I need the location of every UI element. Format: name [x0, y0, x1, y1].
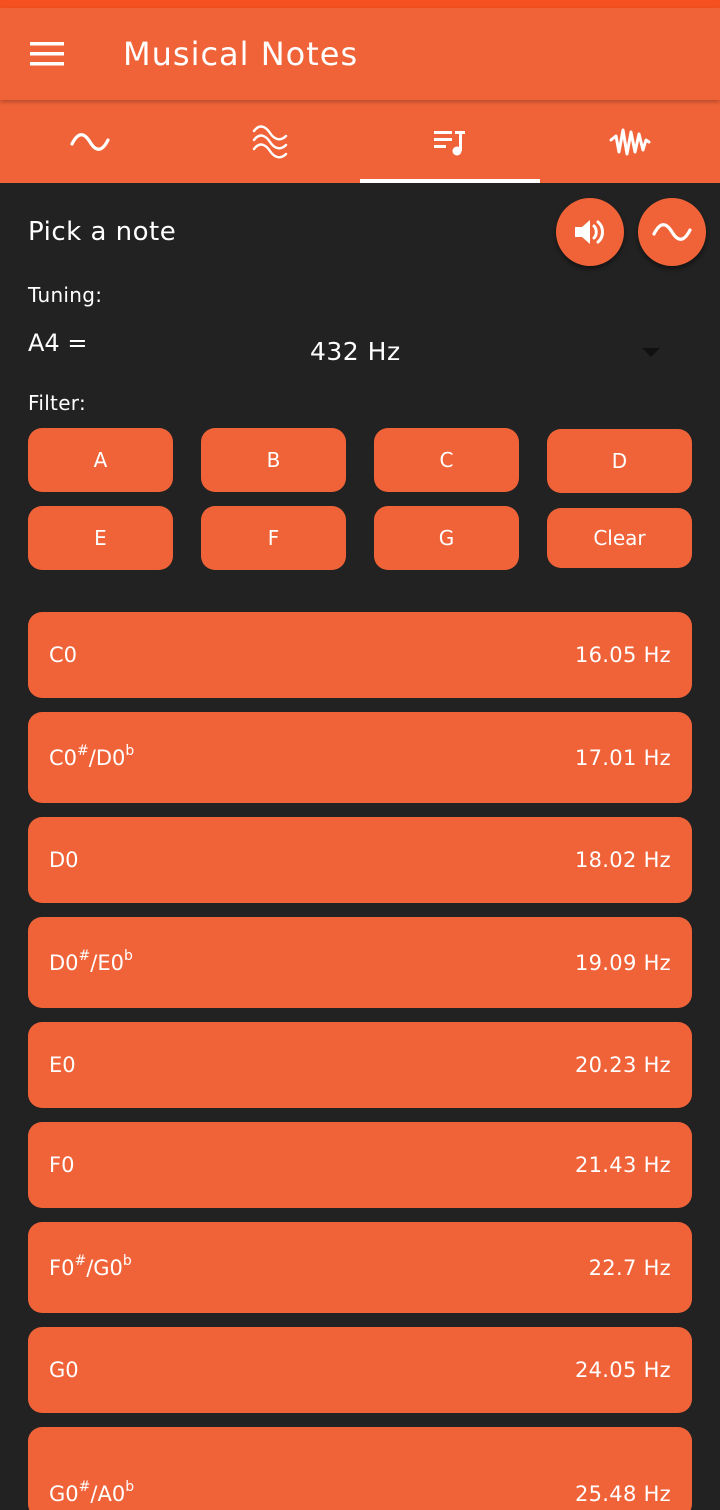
app-bar: Musical Notes — [0, 8, 720, 100]
filter-label: Filter: — [28, 391, 87, 415]
filter-f-button[interactable]: F — [201, 506, 346, 570]
tuning-label: Tuning: — [28, 283, 103, 307]
sine-wave-icon — [70, 132, 110, 151]
multi-wave-icon — [252, 124, 288, 158]
waveform-button[interactable] — [638, 198, 706, 266]
tuning-dropdown[interactable]: 432 Hz — [290, 323, 680, 379]
tab-sine-wave[interactable] — [0, 100, 180, 183]
note-name: G0 #/A0 b — [49, 1479, 135, 1506]
note-name: D0 #/E0 b — [49, 947, 133, 975]
tab-multi-wave[interactable] — [180, 100, 360, 183]
page-heading: Pick a note — [28, 217, 177, 247]
note-frequency: 17.01 Hz — [574, 745, 671, 770]
note-row[interactable]: F0 21.43 Hz — [28, 1122, 692, 1208]
dropdown-arrow-icon — [642, 348, 660, 357]
filter-e-button[interactable]: E — [28, 506, 173, 570]
note-frequency: 18.02 Hz — [574, 848, 671, 872]
note-name: F0 #/G0 b — [49, 1252, 132, 1280]
note-frequency: 19.09 Hz — [574, 950, 671, 975]
menu-button[interactable] — [23, 30, 71, 78]
note-row[interactable]: G0 24.05 Hz — [28, 1327, 692, 1413]
note-frequency: 25.48 Hz — [574, 1482, 671, 1506]
note-frequency: 16.05 Hz — [574, 643, 671, 667]
status-strip — [0, 0, 720, 8]
speaker-icon — [575, 220, 604, 244]
filter-c-button[interactable]: C — [374, 428, 519, 492]
filter-b-button[interactable]: B — [201, 428, 346, 492]
clear-filter-button[interactable]: Clear — [547, 508, 692, 568]
tab-noise-wave[interactable] — [540, 100, 720, 183]
note-list-icon — [434, 130, 465, 155]
note-name: C0 #/D0 b — [49, 742, 135, 770]
tuning-value: 432 Hz — [310, 336, 401, 366]
filter-a-button[interactable]: A — [28, 428, 173, 492]
main-content: Pick a note Tuning: A4 = 432 Hz Filter: … — [0, 183, 720, 1510]
filter-g-button[interactable]: G — [374, 506, 519, 570]
note-name: D0 — [49, 848, 79, 872]
tab-note-list[interactable] — [360, 100, 540, 183]
note-row[interactable]: C0 16.05 Hz — [28, 612, 692, 698]
note-row[interactable]: D0 18.02 Hz — [28, 817, 692, 903]
noise-wave-icon — [609, 128, 651, 155]
note-row[interactable]: E0 20.23 Hz — [28, 1022, 692, 1108]
note-frequency: 21.43 Hz — [574, 1153, 671, 1177]
filter-d-button[interactable]: D — [547, 429, 692, 493]
play-sound-button[interactable] — [556, 198, 624, 266]
note-row[interactable]: D0 #/E0 b 19.09 Hz — [28, 917, 692, 1008]
hamburger-menu-icon — [30, 42, 64, 66]
note-row[interactable]: F0 #/G0 b 22.7 Hz — [28, 1222, 692, 1313]
note-name: C0 — [49, 643, 78, 667]
note-name: G0 — [49, 1358, 79, 1382]
note-name: F0 — [49, 1153, 75, 1177]
note-name: E0 — [49, 1053, 76, 1077]
tab-bar — [0, 100, 720, 183]
note-row[interactable]: G0 #/A0 b 25.48 Hz — [28, 1427, 692, 1510]
app-title: Musical Notes — [123, 35, 359, 73]
note-row[interactable]: C0 #/D0 b 17.01 Hz — [28, 712, 692, 803]
note-frequency: 20.23 Hz — [574, 1053, 671, 1077]
sine-wave-icon — [652, 223, 692, 241]
note-frequency: 22.7 Hz — [588, 1255, 671, 1280]
a4-label: A4 = — [28, 329, 88, 357]
note-frequency: 24.05 Hz — [574, 1358, 671, 1382]
